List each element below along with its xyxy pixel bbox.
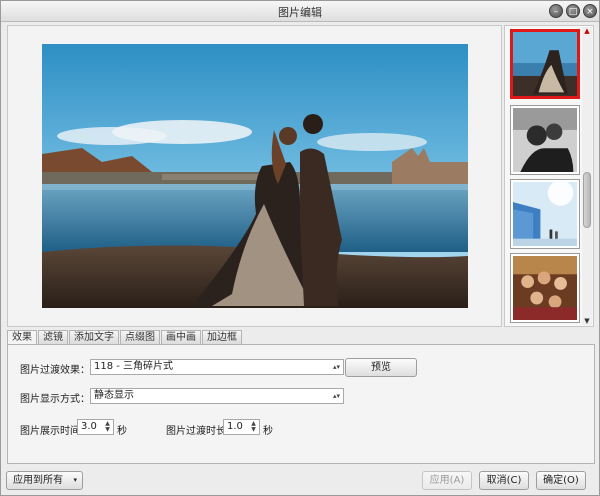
tab-bar: 效果 滤镜 添加文字 点缀图 画中画 加边框 [7, 330, 243, 346]
ok-button[interactable]: 确定(O) [536, 471, 586, 490]
show-time-value: 3.0 [81, 421, 97, 432]
preview-button[interactable]: 预览 [345, 358, 417, 377]
scroll-thumb[interactable] [583, 172, 591, 228]
apply-to-all-button[interactable]: 应用到所有 ▾ [6, 471, 83, 490]
transition-effect-select[interactable]: 118 - 三角碎片式 ▴▾ [90, 359, 344, 375]
apply-to-all-label: 应用到所有 [13, 475, 63, 486]
display-mode-value: 静态显示 [94, 390, 134, 401]
title-bar: 图片编辑 – □ × [1, 1, 599, 22]
thumbnail-2[interactable] [510, 105, 580, 175]
tab-filters[interactable]: 滤镜 [38, 330, 68, 345]
preview-area [7, 25, 502, 327]
show-time-label: 图片展示时间: [20, 426, 84, 437]
tab-add-border[interactable]: 加边框 [202, 330, 242, 345]
thumbnail-1[interactable] [510, 29, 580, 99]
display-mode-label: 图片显示方式： [20, 394, 90, 405]
cancel-button[interactable]: 取消(C) [479, 471, 529, 490]
window-title: 图片编辑 [278, 6, 322, 19]
scroll-down-icon[interactable]: ▼ [583, 317, 591, 325]
thumbnail-4[interactable] [510, 253, 580, 323]
transition-time-value: 1.0 [227, 421, 243, 432]
show-time-spinner[interactable]: 3.0 ▲ ▼ [77, 419, 114, 435]
photo-editor-window: 图片编辑 – □ × ▲ ▼ 效果 滤镜 添加文字 点缀图 画中画 加边框 图片… [0, 0, 600, 496]
preview-photo [42, 44, 468, 308]
chevron-down-icon: ▾ [73, 476, 77, 484]
display-mode-select[interactable]: 静态显示 ▴▾ [90, 388, 344, 404]
spinner-arrows-icon[interactable]: ▴▾ [332, 362, 341, 372]
maximize-icon[interactable]: □ [566, 4, 580, 18]
spinner-arrows-icon[interactable]: ▲ ▼ [103, 421, 112, 433]
transition-time-label: 图片过渡时长: [166, 426, 230, 437]
close-icon[interactable]: × [583, 4, 597, 18]
spinner-arrows-icon[interactable]: ▲ ▼ [249, 421, 258, 433]
minimize-icon[interactable]: – [549, 4, 563, 18]
scroll-up-icon[interactable]: ▲ [583, 27, 591, 35]
show-time-unit: 秒 [117, 426, 127, 437]
transition-time-unit: 秒 [263, 426, 273, 437]
apply-button[interactable]: 应用(A) [422, 471, 472, 490]
transition-time-spinner[interactable]: 1.0 ▲ ▼ [223, 419, 260, 435]
transition-effect-value: 118 - 三角碎片式 [94, 361, 174, 372]
tab-picture-in-picture[interactable]: 画中画 [161, 330, 201, 345]
thumbnail-3[interactable] [510, 179, 580, 249]
thumbnail-list: ▲ ▼ [504, 25, 594, 327]
thumbnail-scrollbar[interactable]: ▲ ▼ [582, 27, 592, 325]
transition-effect-label: 图片过渡效果： [20, 365, 90, 376]
tab-add-text[interactable]: 添加文字 [69, 330, 119, 345]
effects-panel: 图片过渡效果： 118 - 三角碎片式 ▴▾ 预览 图片显示方式： 静态显示 ▴… [7, 344, 595, 464]
spinner-arrows-icon[interactable]: ▴▾ [332, 391, 341, 401]
tab-decorations[interactable]: 点缀图 [120, 330, 160, 345]
